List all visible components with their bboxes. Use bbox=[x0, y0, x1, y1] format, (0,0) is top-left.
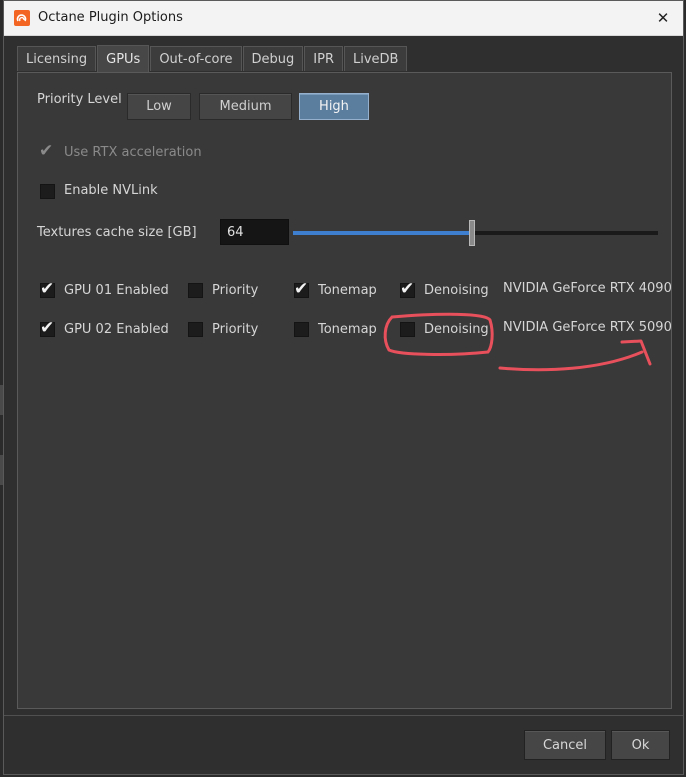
gpu01-enabled-checkbox[interactable]: ✔ bbox=[40, 279, 55, 299]
gpu02-priority-label: Priority bbox=[212, 322, 259, 337]
tab-out-of-core[interactable]: Out-of-core bbox=[150, 46, 242, 71]
textures-cache-label: Textures cache size [GB] bbox=[37, 225, 197, 240]
gpu01-denoising-checkbox[interactable]: ✔ bbox=[400, 279, 415, 299]
gpu02-priority-checkbox[interactable] bbox=[188, 322, 203, 337]
tab-debug[interactable]: Debug bbox=[242, 46, 304, 71]
priority-level-label: Priority Level bbox=[37, 92, 122, 107]
gpus-panel: Priority Level Low Medium High ✔ Use RTX… bbox=[17, 72, 672, 709]
gpu01-denoising-label: Denoising bbox=[424, 283, 489, 298]
nvlink-checkbox[interactable] bbox=[40, 184, 55, 199]
houdini-app-icon bbox=[14, 10, 30, 26]
gpu01-device-name: NVIDIA GeForce RTX 4090 bbox=[503, 281, 672, 296]
footer-divider bbox=[4, 715, 683, 716]
check-icon: ✔ bbox=[40, 279, 55, 299]
rtx-acceleration-label: Use RTX acceleration bbox=[64, 145, 202, 160]
cancel-button[interactable]: Cancel bbox=[524, 730, 606, 760]
close-icon: ✕ bbox=[656, 9, 670, 27]
close-button[interactable]: ✕ bbox=[643, 1, 683, 35]
gpu01-tonemap-checkbox[interactable]: ✔ bbox=[294, 279, 309, 299]
tab-gpus[interactable]: GPUs bbox=[97, 45, 150, 72]
tab-livedb[interactable]: LiveDB bbox=[343, 46, 408, 71]
nvlink-label: Enable NVLink bbox=[64, 183, 158, 198]
check-icon: ✔ bbox=[294, 279, 309, 299]
textures-cache-slider[interactable] bbox=[293, 220, 658, 246]
tab-bar: Licensing GPUs Out-of-core Debug IPR Liv… bbox=[17, 45, 408, 72]
priority-high-button[interactable]: High bbox=[299, 93, 369, 120]
window-title: Octane Plugin Options bbox=[38, 10, 183, 25]
check-icon: ✔ bbox=[39, 141, 54, 161]
tab-licensing[interactable]: Licensing bbox=[17, 46, 97, 71]
gpu01-tonemap-label: Tonemap bbox=[318, 283, 377, 298]
gpu02-tonemap-checkbox[interactable] bbox=[294, 322, 309, 337]
gpu01-enabled-label: GPU 01 Enabled bbox=[64, 283, 169, 298]
gpu01-priority-label: Priority bbox=[212, 283, 259, 298]
gpu02-device-name: NVIDIA GeForce RTX 5090 bbox=[503, 320, 672, 335]
rtx-acceleration-checkbox[interactable]: ✔ bbox=[39, 141, 55, 161]
priority-low-button[interactable]: Low bbox=[127, 93, 191, 120]
priority-medium-button[interactable]: Medium bbox=[199, 93, 292, 120]
title-bar: Octane Plugin Options ✕ bbox=[4, 1, 683, 36]
check-icon: ✔ bbox=[400, 279, 415, 299]
gpu02-enabled-checkbox[interactable]: ✔ bbox=[40, 318, 55, 338]
gpu02-tonemap-label: Tonemap bbox=[318, 322, 377, 337]
slider-handle[interactable] bbox=[468, 220, 475, 246]
options-dialog: Octane Plugin Options ✕ Licensing GPUs O… bbox=[3, 0, 684, 775]
textures-cache-input[interactable]: 64 bbox=[220, 219, 289, 245]
gpu02-denoising-checkbox[interactable] bbox=[400, 322, 415, 337]
ok-button[interactable]: Ok bbox=[611, 730, 670, 760]
tab-ipr[interactable]: IPR bbox=[304, 46, 343, 71]
slider-fill bbox=[293, 231, 472, 235]
gpu01-priority-checkbox[interactable] bbox=[188, 283, 203, 298]
gpu02-enabled-label: GPU 02 Enabled bbox=[64, 322, 169, 337]
gpu02-denoising-label: Denoising bbox=[424, 322, 489, 337]
check-icon: ✔ bbox=[40, 318, 55, 338]
